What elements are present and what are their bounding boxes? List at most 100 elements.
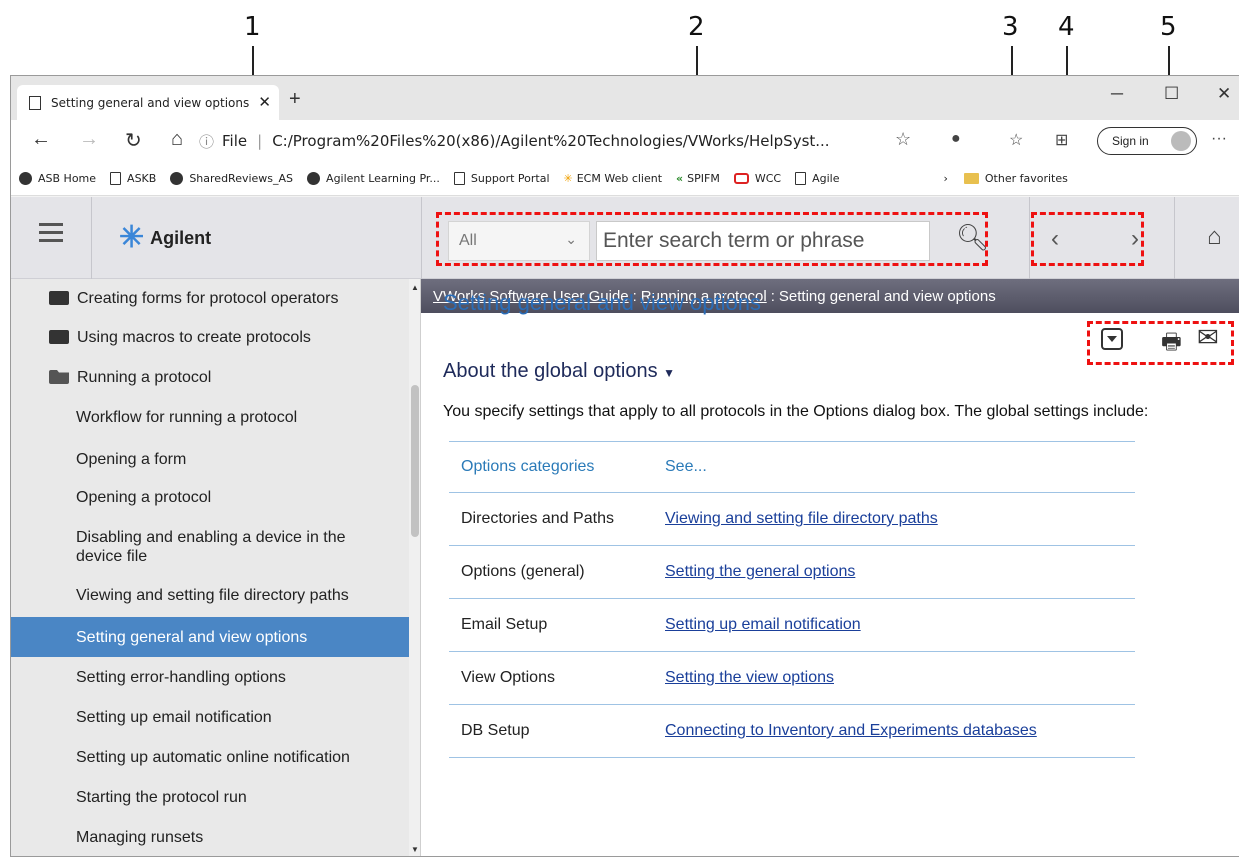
section-heading[interactable]: About the global options ▼ — [443, 360, 675, 383]
back-icon[interactable]: ← — [31, 128, 51, 151]
folder-open-icon — [49, 370, 69, 384]
table-row: Email Setup Setting up email notificatio… — [449, 598, 1135, 652]
favorites-bar: ASB Home ASKB SharedReviews_AS Agilent L… — [11, 162, 1239, 196]
toc-item[interactable]: Opening a form — [11, 445, 409, 473]
highlight-search — [436, 212, 988, 266]
close-tab-icon[interactable]: ✕ — [258, 93, 271, 111]
options-table: Options categories See... Directories an… — [449, 441, 1135, 758]
favorite-askb[interactable]: ASKB — [110, 172, 156, 185]
favorites-icon[interactable]: ☆ — [1009, 130, 1023, 150]
info-icon: ⓘ — [199, 132, 215, 151]
folder-icon — [49, 330, 69, 344]
home-browser-icon[interactable]: ⌂ — [171, 128, 183, 151]
table-header: See... — [653, 441, 1135, 493]
page-icon — [110, 172, 122, 185]
table-row: View Options Setting the view options — [449, 651, 1135, 705]
caret-down-icon: ▼ — [663, 366, 676, 380]
sidebar-scrollbar[interactable]: ▲ ▼ — [409, 279, 420, 856]
toc-item[interactable]: Managing runsets — [11, 823, 409, 851]
scroll-down-icon[interactable]: ▼ — [411, 845, 419, 854]
toc-item[interactable]: Viewing and setting file directory paths — [11, 581, 409, 609]
toc-item[interactable]: Disabling and enabling a device in the d… — [11, 523, 409, 571]
toc-sidebar: Creating forms for protocol operators Us… — [11, 279, 421, 856]
header-divider — [1174, 197, 1175, 279]
intro-text: You specify settings that apply to all p… — [443, 403, 1149, 420]
spark-logo-icon: ✳ — [119, 221, 145, 254]
toc-item[interactable]: Starting the protocol run — [11, 783, 409, 811]
table-link[interactable]: Setting the general options — [665, 563, 855, 580]
callout-3: 3 — [1002, 12, 1019, 42]
favorite-wcc[interactable]: WCC — [733, 172, 781, 185]
collections-icon[interactable]: ⊞ — [1055, 130, 1068, 150]
site-icon — [19, 172, 32, 185]
favorites-overflow-icon[interactable]: › — [943, 172, 947, 185]
favorite-support-portal[interactable]: Support Portal — [453, 172, 550, 185]
toc-item[interactable]: Setting error-handling options — [11, 663, 409, 691]
more-icon[interactable]: ··· — [1211, 130, 1227, 148]
site-icon — [170, 172, 184, 185]
spifm-icon: « — [676, 172, 684, 185]
header-divider — [91, 197, 92, 279]
forward-icon[interactable]: → — [79, 128, 99, 151]
table-link[interactable]: Setting up email notification — [665, 616, 861, 633]
other-favorites[interactable]: Other favorites — [963, 172, 1068, 185]
tab-title: Setting general and view options — [51, 95, 250, 110]
scroll-up-icon[interactable]: ▲ — [411, 283, 419, 292]
scrollbar-thumb[interactable] — [411, 385, 419, 537]
table-link[interactable]: Setting the view options — [665, 669, 834, 686]
page-icon — [453, 172, 465, 185]
site-icon — [307, 172, 321, 185]
refresh-icon[interactable]: ↻ — [125, 128, 142, 153]
favorite-agilent-learning[interactable]: Agilent Learning Pr... — [307, 172, 440, 185]
breadcrumb-current: Setting general and view options — [778, 287, 996, 305]
favorite-shared-reviews[interactable]: SharedReviews_AS — [170, 172, 293, 185]
extension-icon[interactable]: ● — [951, 130, 961, 148]
page-title: Setting general and view options — [443, 290, 761, 315]
table-link[interactable]: Viewing and setting file directory paths — [665, 510, 938, 527]
callout-4: 4 — [1058, 12, 1075, 42]
header-divider — [421, 197, 422, 279]
toc-item[interactable]: Workflow for running a protocol — [11, 403, 409, 431]
close-window-icon[interactable]: ✕ — [1217, 84, 1231, 104]
table-link[interactable]: Connecting to Inventory and Experiments … — [665, 722, 1037, 739]
folder-icon — [963, 173, 979, 184]
highlight-navigation — [1031, 212, 1144, 266]
favorite-spifm[interactable]: «SPIFM — [676, 172, 720, 185]
favorite-agile[interactable]: Agile — [795, 172, 839, 185]
toc-item[interactable]: Setting up automatic online notification — [11, 743, 409, 771]
spark-icon: ✳ — [563, 172, 573, 185]
address-bar[interactable]: ⓘ File | C:/Program%20Files%20(x86)/Agil… — [199, 126, 939, 156]
page-icon — [29, 95, 41, 110]
url-text: C:/Program%20Files%20(x86)/Agilent%20Tec… — [272, 132, 830, 150]
help-page: ✳ Agilent All ⌄ 🔍︎ ‹ › ⌂ Creating forms … — [11, 197, 1239, 856]
new-tab-icon[interactable]: + — [289, 88, 301, 111]
favorite-star-icon[interactable]: ☆ — [895, 129, 911, 150]
toc-folder-open[interactable]: Running a protocol — [11, 363, 409, 391]
favorite-asb-home[interactable]: ASB Home — [19, 172, 96, 185]
browser-tab[interactable]: Setting general and view options ✕ — [17, 85, 279, 120]
agilent-logo: ✳ Agilent — [119, 221, 212, 254]
menu-icon[interactable] — [39, 223, 63, 247]
table-row: Directories and Paths Viewing and settin… — [449, 492, 1135, 546]
table-row: DB Setup Connecting to Inventory and Exp… — [449, 704, 1135, 758]
toc-item-active[interactable]: Setting general and view options — [11, 617, 409, 657]
folder-icon — [49, 291, 69, 305]
oracle-icon — [733, 173, 749, 184]
favorite-ecm[interactable]: ✳ ECM Web client — [564, 172, 663, 185]
callout-1: 1 — [244, 12, 261, 42]
toc-folder[interactable]: Using macros to create protocols — [11, 323, 409, 351]
avatar — [1171, 131, 1191, 151]
toc-item[interactable]: Setting up email notification — [11, 703, 409, 731]
table-row: Options (general) Setting the general op… — [449, 545, 1135, 599]
browser-window: Setting general and view options ✕ + ─ ☐… — [10, 75, 1239, 857]
table-header-row: Options categories See... — [449, 441, 1135, 493]
page-icon — [795, 172, 807, 185]
toc-item[interactable]: Opening a protocol — [11, 483, 409, 511]
sign-in-button[interactable]: Sign in — [1097, 127, 1197, 155]
minimize-icon[interactable]: ─ — [1111, 84, 1123, 104]
address-prefix: File — [222, 132, 248, 150]
home-icon[interactable]: ⌂ — [1207, 223, 1222, 251]
toc-folder[interactable]: Creating forms for protocol operators — [11, 285, 409, 311]
maximize-icon[interactable]: ☐ — [1164, 84, 1179, 104]
callout-5: 5 — [1160, 12, 1177, 42]
